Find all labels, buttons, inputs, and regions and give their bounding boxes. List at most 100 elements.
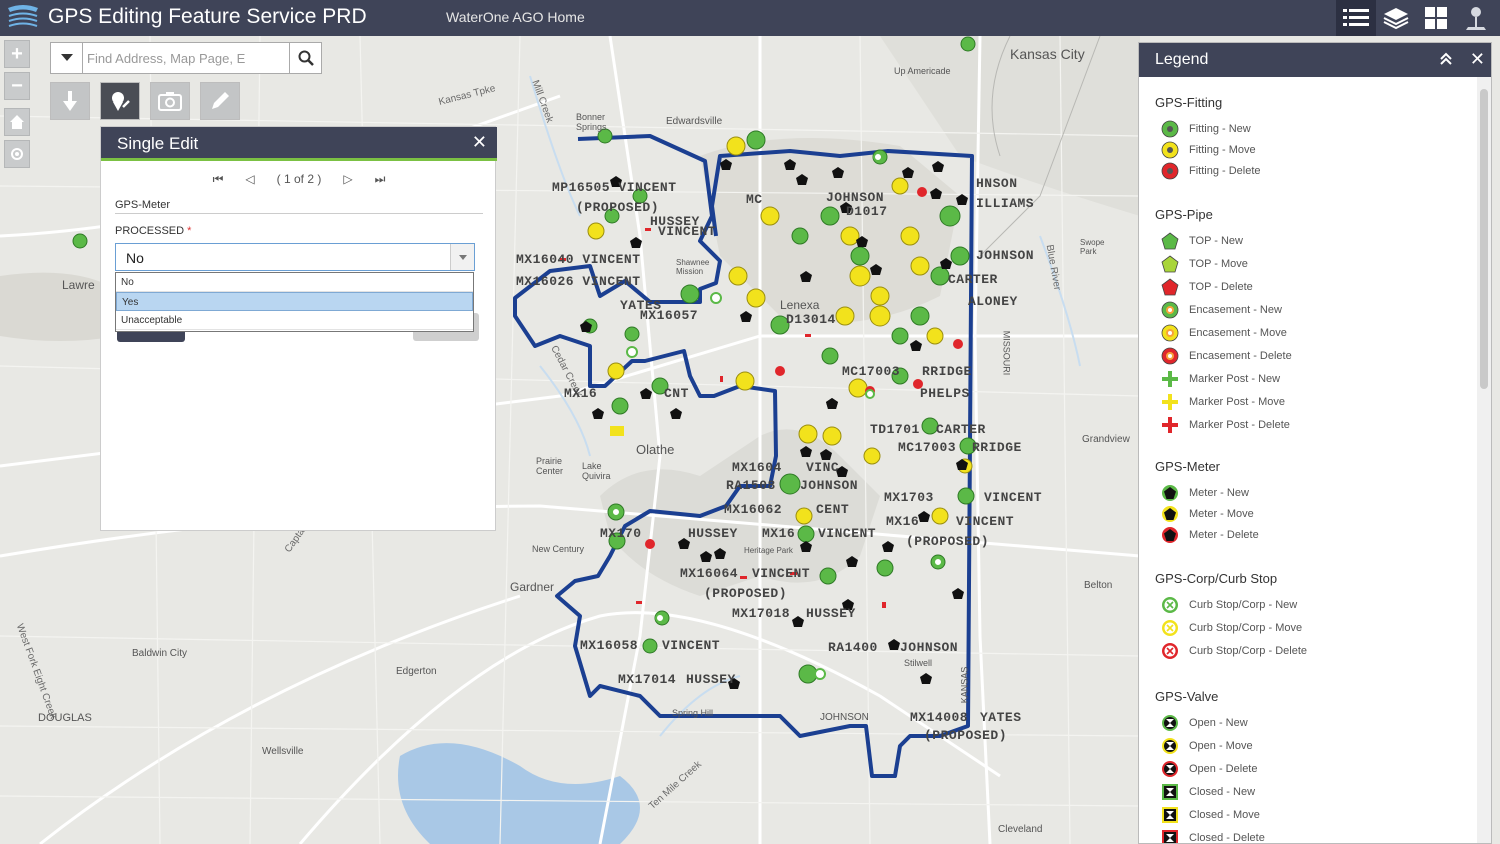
- city-label: JOHNSON: [820, 712, 869, 723]
- legend-item: Curb Stop/Corp - New: [1161, 595, 1297, 615]
- legend-item-label: Fitting - New: [1189, 123, 1251, 135]
- legend-item-label: Closed - Move: [1189, 809, 1260, 821]
- legend-symbol-icon: [1162, 417, 1178, 433]
- save-button[interactable]: [117, 332, 185, 342]
- map-label: JOHNSON: [826, 190, 885, 205]
- app-window: GPS Editing Feature Service PRD WaterOne…: [0, 0, 1500, 844]
- map-label: MX16064: [680, 566, 739, 581]
- legend-symbol-icon: [1161, 120, 1179, 138]
- legend-item-label: Curb Stop/Corp - New: [1189, 599, 1298, 611]
- legend-symbol-icon: [1162, 643, 1178, 659]
- home-button[interactable]: [4, 108, 30, 136]
- legend-item-label: Closed - Delete: [1189, 832, 1265, 844]
- map-label: JOHNSON: [976, 248, 1035, 263]
- processed-select[interactable]: No: [115, 243, 475, 271]
- layers-button[interactable]: [1376, 0, 1416, 36]
- map-navigation: + −: [4, 40, 30, 172]
- gps-pin-button[interactable]: [50, 82, 90, 120]
- map-label: MP16505 VINCENT: [552, 180, 677, 195]
- search-source-dropdown[interactable]: [51, 43, 83, 73]
- map-label: MX170: [600, 526, 642, 541]
- search-button[interactable]: [289, 43, 321, 73]
- scrollbar-thumb[interactable]: [1480, 89, 1488, 389]
- edit-pin-icon: [112, 92, 130, 111]
- legend-item: Closed - New: [1161, 782, 1255, 802]
- collapse-button[interactable]: [1439, 52, 1453, 71]
- legend-item-label: Encasement - New: [1189, 304, 1282, 316]
- legend-panel: Legend ✕ GPS-Fitting Fitting - New Fitting…: [1138, 42, 1492, 844]
- city-label: KANSAS: [959, 666, 970, 704]
- legend-scrollbar[interactable]: [1477, 77, 1491, 843]
- city-label: Heritage Park: [744, 546, 793, 555]
- basemap-gallery-button[interactable]: [1416, 0, 1456, 36]
- legend-symbol-icon: [1161, 347, 1179, 365]
- camera-icon: [158, 92, 182, 111]
- map-label: MC17003: [898, 440, 957, 455]
- city-label: Edwardsville: [666, 116, 723, 127]
- home-icon: [10, 115, 24, 129]
- edit-pin-button[interactable]: [100, 82, 140, 120]
- legend-item-label: Meter - Delete: [1189, 529, 1259, 541]
- legend-item: Meter - Move: [1161, 504, 1254, 524]
- locate-button[interactable]: [1456, 0, 1496, 36]
- first-record-icon[interactable]: ⏮: [213, 172, 224, 187]
- map-label: MX16058: [580, 638, 639, 653]
- legend-item-label: Fitting - Move: [1189, 144, 1256, 156]
- legend-item-label: Marker Post - Move: [1189, 396, 1285, 408]
- city-label: Lawre: [62, 278, 95, 292]
- map-label: ALONEY: [968, 294, 1018, 309]
- city-label: Edgerton: [396, 666, 437, 677]
- close-icon: ✕: [471, 132, 487, 152]
- legend-item-label: Curb Stop/Corp - Delete: [1189, 645, 1307, 657]
- city-label: Lake Quivira: [582, 461, 611, 481]
- zoom-in-button[interactable]: +: [4, 40, 30, 68]
- next-record-icon[interactable]: ▷: [343, 172, 352, 186]
- legend-item-label: Open - Move: [1189, 740, 1253, 752]
- legend-symbol-icon: [1162, 761, 1178, 777]
- grid-icon: [1425, 7, 1447, 29]
- legend-symbol-icon: [1162, 527, 1178, 543]
- close-panel-button[interactable]: ✕: [472, 132, 487, 153]
- legend-item-label: Marker Post - New: [1189, 373, 1281, 385]
- option-unacceptable[interactable]: Unacceptable: [116, 311, 473, 330]
- last-record-icon[interactable]: ⏭: [375, 172, 386, 187]
- city-label: Prairie Center: [536, 456, 564, 476]
- previous-record-icon[interactable]: ◁: [245, 172, 254, 186]
- legend-symbol-icon: [1162, 506, 1178, 522]
- city-label: Swope Park: [1080, 238, 1105, 256]
- single-edit-header: Single Edit ✕: [101, 127, 497, 161]
- legend-symbol-icon: [1161, 232, 1179, 250]
- legend-item: Curb Stop/Corp - Move: [1161, 618, 1302, 638]
- camera-button[interactable]: [150, 82, 190, 120]
- required-mark: *: [187, 225, 192, 237]
- option-no[interactable]: No: [116, 273, 473, 292]
- map-label: (PROPOSED): [906, 534, 990, 549]
- map-label: RA1508: [726, 478, 776, 493]
- my-location-button[interactable]: [4, 140, 30, 168]
- search-icon: [298, 50, 314, 66]
- processed-label-text: PROCESSED: [115, 225, 185, 237]
- option-yes[interactable]: Yes: [116, 292, 473, 311]
- map-label: MC17003: [842, 364, 901, 379]
- map-label: VINCENT: [658, 224, 717, 239]
- search-input[interactable]: [87, 47, 283, 69]
- legend-item-label: Encasement - Move: [1189, 327, 1287, 339]
- list-button[interactable]: [1336, 0, 1376, 36]
- city-label: Gardner: [510, 580, 555, 594]
- legend-item: Open - New: [1161, 713, 1248, 733]
- map-label: (PROPOSED): [576, 200, 660, 215]
- close-legend-button[interactable]: ✕: [1470, 49, 1485, 70]
- map-label: RA1400: [828, 640, 878, 655]
- single-edit-panel: Single Edit ✕ ⏮ ◁ ( 1 of 2 ) ▷ ⏭ GPS-Met…: [100, 126, 497, 531]
- select-caret-button[interactable]: [450, 244, 474, 270]
- legend-group-title: GPS-Pipe: [1155, 207, 1213, 222]
- map-label: VINCENT: [984, 490, 1043, 505]
- waterone-home-link[interactable]: WaterOne AGO Home: [446, 9, 585, 25]
- zoom-out-button[interactable]: −: [4, 72, 30, 100]
- map-label: MX1703: [884, 490, 934, 505]
- map-label: VINCENT: [818, 526, 877, 541]
- legend-symbol-icon: [1161, 324, 1179, 342]
- pencil-button[interactable]: [200, 82, 240, 120]
- legend-item: Marker Post - Move: [1161, 392, 1285, 412]
- waterone-logo-icon: [6, 4, 40, 32]
